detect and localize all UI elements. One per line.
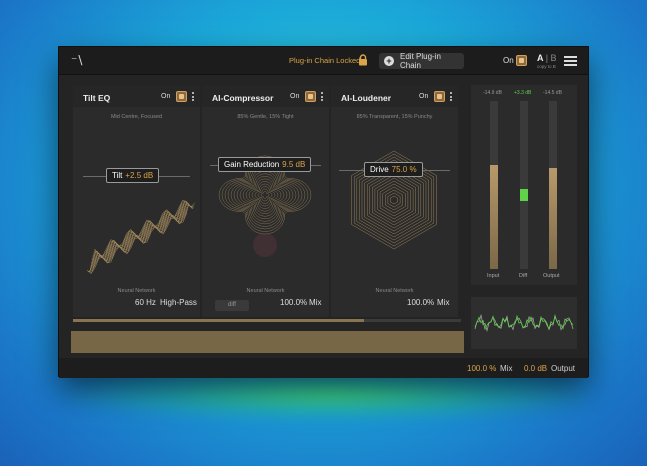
scope-waveform [474, 313, 574, 332]
neural-network-label: Neural Network [246, 288, 285, 294]
neural-network-label: Neural Network [117, 288, 156, 294]
module-on-label: On [419, 93, 429, 100]
diff-meter-indicator [520, 189, 528, 201]
compressor-graph[interactable] [202, 130, 329, 280]
ab-separator: | [545, 53, 549, 63]
diff-label: Diff [519, 273, 528, 279]
output-gain-label: Output [551, 364, 576, 373]
module-on-label: On [161, 93, 171, 100]
top-bar: ⁻\ Plug-in Chain Locked + Edit Plug-in C… [59, 47, 588, 75]
more-options-icon[interactable] [321, 92, 324, 103]
waveform-strip[interactable] [71, 331, 464, 353]
input-meter [490, 101, 498, 269]
module-title: AI-Compressor [212, 93, 274, 103]
lock-icon[interactable] [358, 54, 368, 66]
diff-button[interactable]: diff [215, 300, 249, 311]
waveform-scope [471, 297, 577, 349]
compressor-mix-value[interactable]: 100.0% [280, 298, 307, 314]
meter-panel: -14.9 dB +3.3 dB -14.5 dB Input Diff Out… [471, 85, 577, 285]
position-progress-track[interactable] [73, 319, 461, 322]
brand-logo: ⁻\ [71, 53, 84, 67]
tilt-param-pill[interactable]: Tilt +2.5 dB [106, 168, 160, 183]
module-bypass-toggle[interactable] [434, 91, 445, 102]
neural-network-label: Neural Network [375, 288, 414, 294]
output-gain-value[interactable]: 0.0 dB [524, 364, 547, 373]
output-meter-fill [549, 168, 557, 269]
plugin-window: ⁻\ Plug-in Chain Locked + Edit Plug-in C… [58, 46, 589, 378]
plus-icon: + [384, 56, 394, 66]
output-mix-value[interactable]: 100.0 % [467, 364, 496, 373]
module-on-label: On [290, 93, 300, 100]
loudener-mix-label: Mix [437, 298, 450, 307]
tilt-param-value: +2.5 dB [125, 171, 154, 180]
menu-icon[interactable] [564, 56, 577, 66]
output-meter [549, 101, 557, 269]
diff-meter [520, 101, 528, 269]
module-bypass-toggle[interactable] [305, 91, 316, 102]
chain-locked-label: Plug-in Chain Locked [289, 56, 361, 65]
edit-plugin-chain-label: Edit Plug-in Chain [400, 52, 441, 70]
module-bypass-toggle[interactable] [176, 91, 187, 102]
output-label: Output [543, 273, 560, 279]
tilt-param-name: Tilt [112, 171, 123, 180]
edit-plugin-chain-button[interactable]: + Edit Plug-in Chain [379, 52, 464, 70]
module-title: AI-Loudener [341, 93, 392, 103]
ab-compare-switch[interactable]: A | B [537, 53, 557, 63]
footer-bar: 100.0 % Mix 0.0 dB Output [59, 358, 588, 378]
highpass-freq-value[interactable]: 60 Hz [135, 298, 156, 314]
position-progress-fill [73, 319, 364, 322]
more-options-icon[interactable] [192, 92, 195, 103]
ab-a-label: A [537, 53, 544, 63]
global-on-label: On [503, 56, 514, 65]
compressor-mix-label: Mix [309, 298, 322, 307]
gain-reduction-pill[interactable]: Gain Reduction 9.5 dB [218, 157, 312, 172]
global-bypass-toggle[interactable] [516, 55, 527, 66]
tilt-eq-graph[interactable] [73, 130, 200, 280]
input-db-readout: -14.9 dB [483, 90, 502, 96]
gain-reduction-value: 9.5 dB [282, 160, 306, 169]
drive-pill[interactable]: Drive 75.0 % [364, 162, 423, 177]
module-ai-compressor: AI-Compressor On 85% Gentle, 15% Tight G… [202, 85, 329, 317]
input-meter-fill [490, 164, 498, 269]
gain-reduction-name: Gain Reduction [224, 160, 280, 169]
output-mix-label: Mix [500, 364, 513, 373]
loudener-graph[interactable] [331, 130, 458, 280]
module-title: Tilt EQ [83, 93, 111, 103]
module-description: Mid Centre, Focused [110, 114, 163, 120]
ab-b-label: B [550, 53, 557, 63]
more-options-icon[interactable] [450, 92, 453, 103]
diff-db-readout: +3.3 dB [514, 90, 532, 96]
module-tilt-eq: Tilt EQ On Mid Centre, Focused Tilt +2.5 … [73, 85, 200, 317]
drive-name: Drive [370, 165, 389, 174]
ab-copy-label[interactable]: copy to B [537, 64, 556, 69]
output-db-readout: -14.5 dB [543, 90, 562, 96]
loudener-mix-value[interactable]: 100.0% [407, 298, 434, 314]
module-description: 85% Gentle, 15% Tight [237, 114, 294, 120]
input-label: Input [487, 273, 500, 279]
highpass-label: High-Pass [160, 298, 197, 307]
drive-value: 75.0 % [391, 165, 417, 174]
module-description: 85% Transparent, 15% Punchy [356, 114, 433, 120]
module-ai-loudener: AI-Loudener On 85% Transparent, 15% Punc… [331, 85, 458, 317]
